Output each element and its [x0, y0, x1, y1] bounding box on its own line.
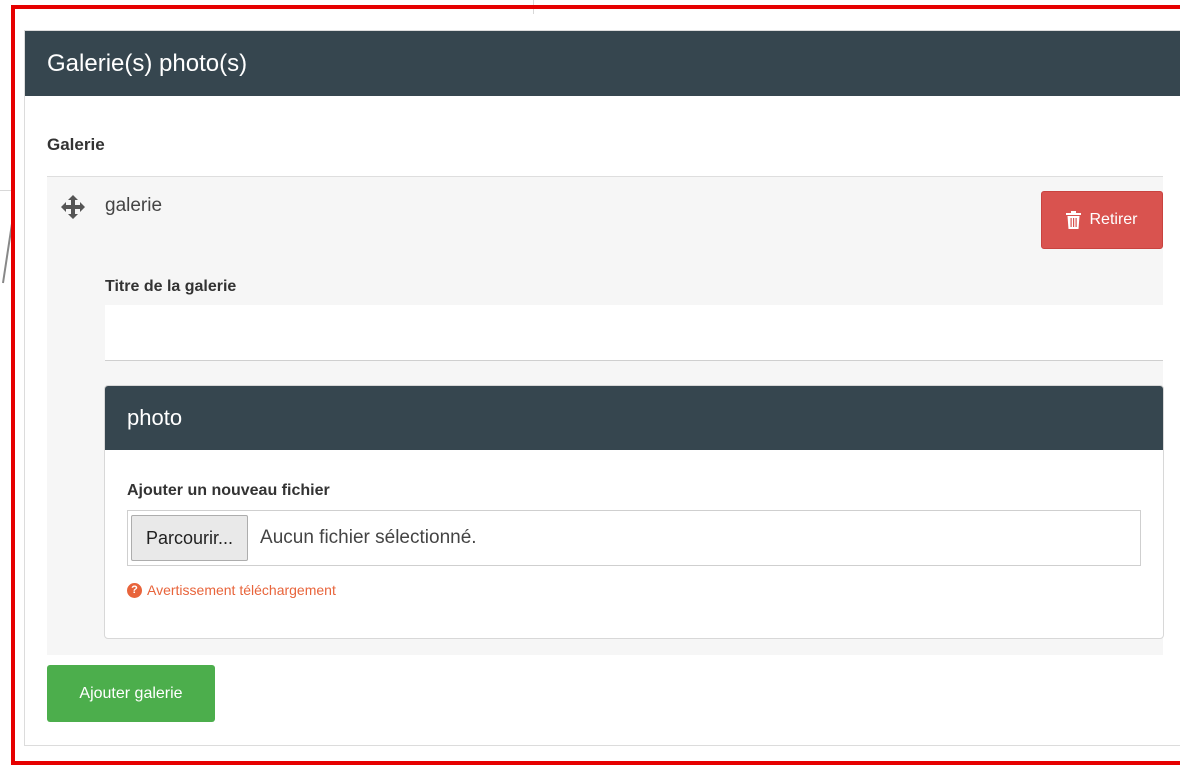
red-highlight-frame [11, 5, 1180, 765]
